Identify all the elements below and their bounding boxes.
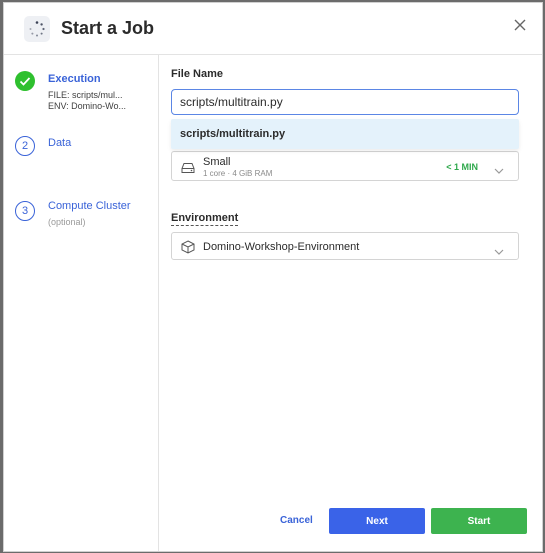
cancel-button[interactable]: Cancel [280,515,313,526]
spinner-icon [24,16,50,42]
step-optional-label: (optional) [48,217,86,227]
chevron-down-icon [494,162,504,180]
hardware-tier-spec: 1 core · 4 GiB RAM [203,169,273,178]
hardware-queue-time: < 1 MIN [446,162,478,172]
step-title: Data [48,137,72,149]
hardware-tier-select[interactable]: Small 1 core · 4 GiB RAM < 1 MIN [171,151,519,181]
hardware-tier-name: Small [203,156,231,168]
environment-name: Domino-Workshop-Environment [203,241,360,253]
check-icon [15,71,35,91]
file-suggestion-item[interactable]: scripts/multitrain.py [171,119,519,149]
next-button[interactable]: Next [329,508,425,534]
environment-label: Environment [171,212,239,226]
steps-sidebar: Execution FILE: scripts/mul... ENV: Domi… [4,55,159,551]
cube-icon [181,240,195,259]
start-button[interactable]: Start [431,508,527,534]
start-job-modal: Start a Job Execution FILE: scripts/mul.… [3,2,543,552]
close-icon[interactable] [512,17,528,33]
file-name-label: File Name [171,68,223,80]
modal-header: Start a Job [4,3,542,55]
step-env-summary: ENV: Domino-Wo... [48,101,127,111]
step-number: 3 [15,201,35,221]
job-form: File Name Small 1 core · 4 GiB RAM < 1 M… [171,55,519,551]
step-file-summary: FILE: scripts/mul... [48,90,123,100]
modal-title: Start a Job [61,18,155,38]
step-title: Execution [48,73,101,85]
chevron-down-icon [494,243,504,261]
hard-drive-icon [181,161,195,179]
step-number: 2 [15,136,35,156]
step-title: Compute Cluster [48,200,131,212]
environment-select[interactable]: Domino-Workshop-Environment [171,232,519,260]
file-name-input[interactable] [171,89,519,115]
